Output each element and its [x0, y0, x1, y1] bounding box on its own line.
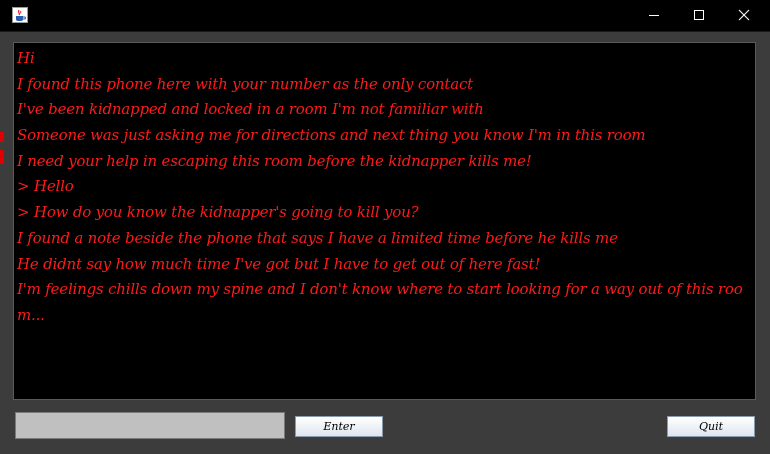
console-line: > Hello	[17, 177, 74, 196]
console-lines: Hi I found this phone here with your numb…	[17, 46, 755, 329]
minimize-button[interactable]	[631, 0, 677, 31]
console-line: He didnt say how much time I've got but …	[17, 254, 541, 273]
enter-button-label: Enter	[323, 420, 355, 433]
close-button[interactable]	[721, 0, 767, 31]
quit-button-label: Quit	[698, 420, 724, 433]
game-window: Hi I found this phone here with your numb…	[0, 0, 770, 454]
enter-button[interactable]: Enter	[295, 416, 383, 437]
console-line: I'm feelings chills down my spine and I …	[17, 280, 743, 299]
console-line: m...	[17, 305, 45, 324]
command-input[interactable]	[15, 412, 285, 439]
title-bar	[0, 0, 770, 32]
console-line: Someone was just asking me for direction…	[17, 126, 646, 145]
console-line: I found a note beside the phone that say…	[17, 228, 618, 247]
console-line: > How do you know the kidnapper's going …	[17, 203, 419, 222]
console-output[interactable]: Hi I found this phone here with your numb…	[13, 42, 756, 400]
close-icon	[738, 6, 750, 25]
console-line: I found this phone here with your number…	[17, 74, 473, 93]
edge-mark	[0, 132, 4, 142]
console-line: Hi	[17, 49, 35, 67]
edge-mark	[0, 150, 4, 164]
console-line: I've been kidnapped and locked in a room…	[17, 100, 484, 119]
quit-button[interactable]: Quit	[667, 416, 755, 437]
maximize-icon	[693, 6, 705, 25]
minimize-icon	[648, 6, 660, 25]
maximize-button[interactable]	[676, 0, 722, 31]
console-line: I need your help in escaping this room b…	[17, 151, 532, 170]
java-cup-icon	[12, 7, 28, 23]
